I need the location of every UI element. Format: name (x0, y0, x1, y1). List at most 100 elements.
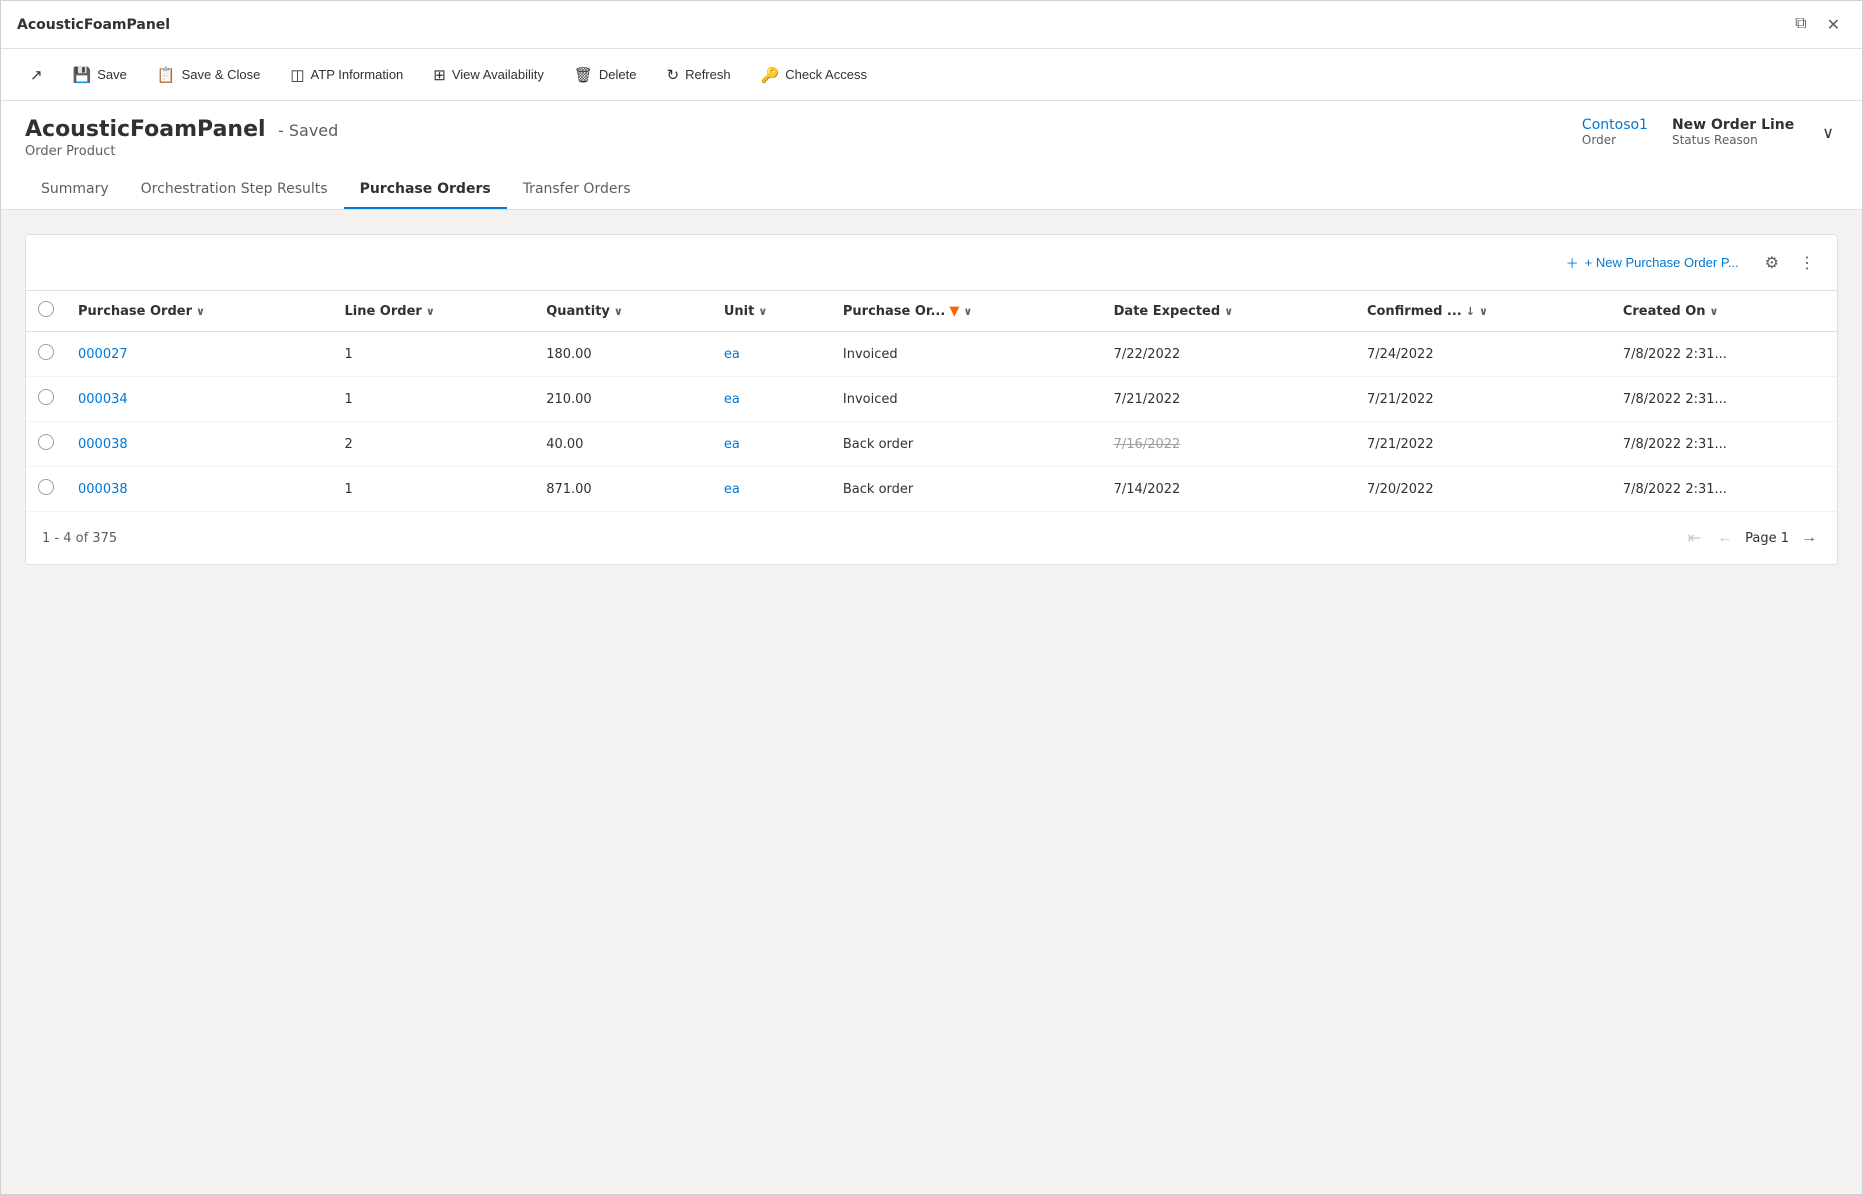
refresh-icon: ↻ (667, 66, 680, 84)
confirmed-cell-1: 7/21/2022 (1355, 377, 1611, 422)
save-button[interactable]: 💾 Save (60, 59, 140, 91)
unit-link-1[interactable]: ea (724, 392, 740, 407)
status-reason-field: New Order Line Status Reason (1672, 117, 1794, 147)
tab-orchestration[interactable]: Orchestration Step Results (125, 171, 344, 209)
record-title-row: AcousticFoamPanel - Saved (25, 117, 338, 142)
line-order-cell-0: 1 (332, 332, 534, 377)
quantity-sort-icon: ∨ (614, 305, 623, 318)
purchase-order-link-0[interactable]: 000027 (78, 347, 128, 362)
row-checkbox-2[interactable] (38, 434, 54, 450)
date-expected-cell-3: 7/14/2022 (1102, 467, 1355, 512)
new-purchase-order-button[interactable]: ＋ + New Purchase Order P... (1554, 247, 1751, 278)
col-created-on[interactable]: Created On ∨ (1611, 291, 1837, 332)
confirmed-sort-icon2: ∨ (1479, 305, 1488, 318)
order-field: Contoso1 Order (1582, 117, 1648, 147)
col-unit[interactable]: Unit ∨ (712, 291, 831, 332)
add-icon: ＋ (1566, 253, 1579, 272)
delete-icon: 🗑 (574, 66, 593, 84)
atp-icon: ◫ (290, 66, 304, 84)
col-quantity[interactable]: Quantity ∨ (534, 291, 712, 332)
tab-summary[interactable]: Summary (25, 171, 125, 209)
col-purchase-order[interactable]: Purchase Order ∨ (66, 291, 332, 332)
unit-link-3[interactable]: ea (724, 482, 740, 497)
order-field-value[interactable]: Contoso1 (1582, 117, 1648, 133)
page-label: Page 1 (1745, 531, 1789, 546)
created-on-cell-1: 7/8/2022 2:31... (1611, 377, 1837, 422)
tab-purchase-orders[interactable]: Purchase Orders (344, 171, 507, 209)
status-cell-0: Invoiced (831, 332, 1102, 377)
created-on-cell-0: 7/8/2022 2:31... (1611, 332, 1837, 377)
unit-link-0[interactable]: ea (724, 347, 740, 362)
settings-icon: ⚙ (1765, 255, 1779, 272)
quantity-cell-0: 180.00 (534, 332, 712, 377)
record-title: AcousticFoamPanel (25, 117, 266, 142)
save-icon: 💾 (73, 66, 92, 84)
date-expected-cell-2: 7/16/2022 (1102, 422, 1355, 467)
view-availability-button[interactable]: ⊞ View Availability (420, 59, 557, 91)
line-order-cell-1: 1 (332, 377, 534, 422)
external-link-icon: ↗ (30, 66, 43, 84)
restore-button[interactable]: ⧉ (1789, 11, 1812, 39)
col-confirmed[interactable]: Confirmed ... ↓ ∨ (1355, 291, 1611, 332)
table-row: 000027 1180.00 ea Invoiced7/22/20227/24/202… (26, 332, 1837, 377)
line-order-cell-3: 1 (332, 467, 534, 512)
record-header: AcousticFoamPanel - Saved Order Product … (1, 101, 1862, 210)
row-checkbox-1[interactable] (38, 389, 54, 405)
header-chevron-icon[interactable]: ∨ (1818, 119, 1838, 146)
grid-more-button[interactable]: ⋮ (1793, 249, 1821, 277)
record-subtitle: Order Product (25, 144, 338, 159)
delete-button[interactable]: 🗑 Delete (561, 59, 650, 91)
table-row: 0000381871.00eaBack order7/14/20227/20/2… (26, 467, 1837, 512)
grid-footer: 1 - 4 of 375 ⇤ ← Page 1 → (26, 512, 1837, 564)
purchase-order-link-3[interactable]: 000038 (78, 482, 128, 497)
prev-page-button[interactable]: ← (1713, 525, 1737, 551)
record-saved-label: - Saved (278, 121, 338, 140)
row-checkbox-3[interactable] (38, 479, 54, 495)
line-order-cell-2: 2 (332, 422, 534, 467)
window-controls: ⧉ ✕ (1789, 11, 1846, 39)
created-on-cell-2: 7/8/2022 2:31... (1611, 422, 1837, 467)
table-row: 0000341210.00eaInvoiced7/21/20227/21/202… (26, 377, 1837, 422)
purchase-order-link-2[interactable]: 000038 (78, 437, 128, 452)
record-title-block: AcousticFoamPanel - Saved Order Product (25, 117, 338, 159)
view-availability-icon: ⊞ (433, 66, 446, 84)
close-button[interactable]: ✕ (1821, 11, 1846, 39)
toolbar: ↗ 💾 Save 📋 Save & Close ◫ ATP Informatio… (1, 49, 1862, 101)
purchase-order-status-sort-icon: ∨ (963, 305, 972, 318)
confirmed-cell-0: 7/24/2022 (1355, 332, 1611, 377)
window-title: AcousticFoamPanel (17, 17, 170, 33)
check-access-button[interactable]: 🔑 Check Access (748, 59, 880, 91)
quantity-cell-3: 871.00 (534, 467, 712, 512)
grid-settings-button[interactable]: ⚙ (1759, 249, 1785, 277)
select-all-col (26, 291, 66, 332)
select-all-checkbox[interactable] (38, 301, 54, 317)
pagination-range: 1 - 4 of 375 (42, 531, 117, 546)
main-window: AcousticFoamPanel ⧉ ✕ ↗ 💾 Save 📋 Save & … (0, 0, 1863, 1195)
row-checkbox-0[interactable] (38, 344, 54, 360)
unit-link-2[interactable]: ea (724, 437, 740, 452)
purchase-order-link-1[interactable]: 000034 (78, 392, 128, 407)
status-reason-value: New Order Line (1672, 117, 1794, 133)
col-line-order[interactable]: Line Order ∨ (332, 291, 534, 332)
external-link-button[interactable]: ↗ (17, 59, 56, 91)
refresh-button[interactable]: ↻ Refresh (654, 59, 744, 91)
table-header-row: Purchase Order ∨ Line Order ∨ (26, 291, 1837, 332)
purchase-order-filter-icon: ▼ (949, 304, 959, 319)
quantity-cell-1: 210.00 (534, 377, 712, 422)
col-purchase-order-status[interactable]: Purchase Or... ▼ ∨ (831, 291, 1102, 332)
col-date-expected[interactable]: Date Expected ∨ (1102, 291, 1355, 332)
grid-container: ＋ + New Purchase Order P... ⚙ ⋮ (25, 234, 1838, 565)
tab-transfer-orders[interactable]: Transfer Orders (507, 171, 647, 209)
title-bar: AcousticFoamPanel ⧉ ✕ (1, 1, 1862, 49)
nav-tabs: Summary Orchestration Step Results Purch… (25, 171, 1838, 209)
status-cell-1: Invoiced (831, 377, 1102, 422)
date-expected-cell-0: 7/22/2022 (1102, 332, 1355, 377)
save-close-button[interactable]: 📋 Save & Close (144, 59, 273, 91)
next-page-button[interactable]: → (1797, 525, 1821, 551)
first-page-button[interactable]: ⇤ (1684, 524, 1705, 552)
purchase-orders-table: Purchase Order ∨ Line Order ∨ (26, 291, 1837, 512)
check-access-icon: 🔑 (761, 66, 780, 84)
status-reason-label: Status Reason (1672, 133, 1758, 147)
confirmed-cell-3: 7/20/2022 (1355, 467, 1611, 512)
atp-information-button[interactable]: ◫ ATP Information (277, 59, 416, 91)
